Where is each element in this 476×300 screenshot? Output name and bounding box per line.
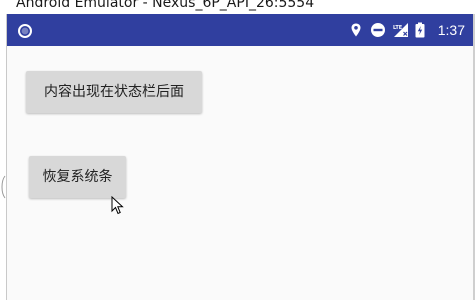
window-title: Android Emulator - Nexus_6P_API_26:5554 — [16, 0, 315, 11]
window-edge-fragment — [0, 175, 6, 199]
do-not-disturb-icon — [370, 22, 386, 38]
svg-text:LTE: LTE — [393, 25, 403, 31]
status-bar: LTE 1:37 — [7, 14, 473, 46]
show-behind-status-bar-button[interactable]: 内容出现在状态栏后面 — [26, 71, 202, 113]
restore-system-bars-button[interactable]: 恢复系统条 — [29, 156, 126, 198]
status-clock: 1:37 — [437, 22, 465, 38]
location-pin-icon — [348, 22, 364, 38]
circle-notification-icon — [18, 23, 32, 38]
battery-charging-icon — [414, 22, 430, 38]
device-screen: LTE 1:37 内容出现在状态栏后面 恢复系统条 — [6, 14, 475, 300]
app-content: 内容出现在状态栏后面 恢复系统条 — [7, 46, 473, 300]
emulator-window: Android Emulator - Nexus_6P_API_26:5554 — [0, 0, 476, 300]
status-icons: LTE 1:37 — [342, 14, 465, 46]
window-title-bar[interactable]: Android Emulator - Nexus_6P_API_26:5554 — [0, 0, 476, 14]
lte-signal-icon: LTE — [392, 22, 408, 38]
mouse-cursor-icon — [111, 195, 125, 216]
